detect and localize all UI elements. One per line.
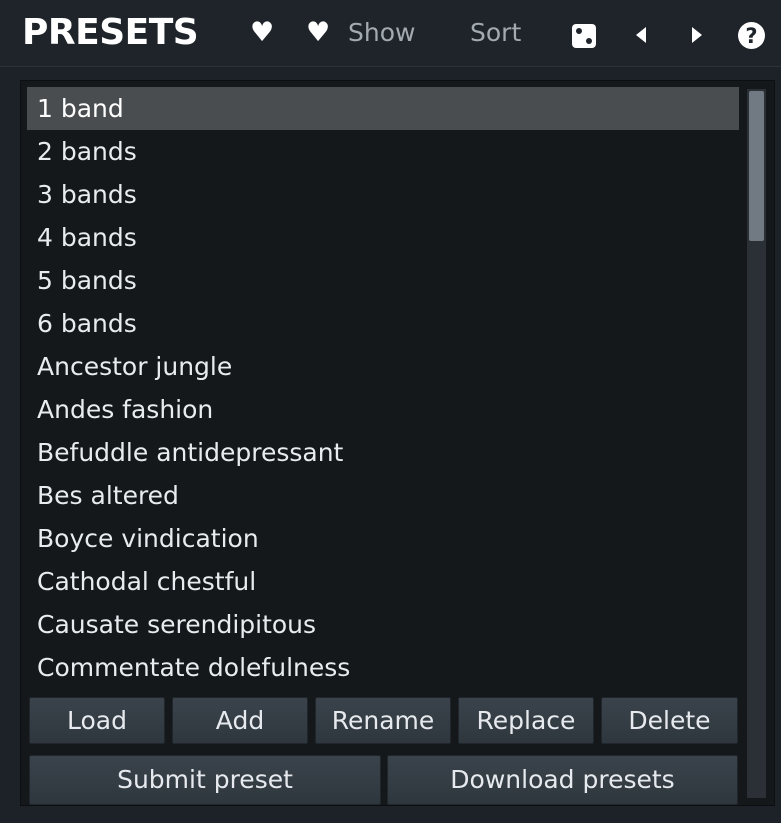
dice-pip	[586, 38, 592, 44]
list-scrollbar[interactable]	[747, 89, 766, 798]
preset-list-item[interactable]: Cathodal chestful	[27, 560, 739, 603]
scrollbar-thumb[interactable]	[749, 91, 764, 241]
preset-list-item[interactable]: 3 bands	[27, 173, 739, 216]
preset-list[interactable]: 1 band 2 bands 3 bands 4 bands 5 bands 6 band…	[27, 87, 739, 689]
preset-list-item[interactable]: Bes altered	[27, 474, 739, 517]
preset-list-item[interactable]: Befuddle antidepressant	[27, 431, 739, 474]
replace-button[interactable]: Replace	[458, 697, 594, 744]
delete-button[interactable]: Delete	[601, 697, 738, 744]
preset-list-item[interactable]: 2 bands	[27, 130, 739, 173]
preset-list-item[interactable]: Ancestor jungle	[27, 345, 739, 388]
load-button[interactable]: Load	[29, 697, 165, 744]
next-preset-icon[interactable]	[692, 27, 702, 43]
add-button[interactable]: Add	[172, 697, 308, 744]
preset-list-item[interactable]: 1 band	[27, 87, 739, 130]
favorite-heart-icon[interactable]: ♥	[250, 19, 274, 46]
panel-title: PRESETS	[22, 12, 199, 53]
preset-list-item[interactable]: Boyce vindication	[27, 517, 739, 560]
rename-button[interactable]: Rename	[315, 697, 451, 744]
show-favorites-button[interactable]: Show	[348, 17, 415, 49]
presets-header: PRESETS ♥ ♥ Show Sort ?	[0, 0, 781, 67]
dice-pip	[576, 28, 582, 34]
preset-list-item[interactable]: Andes fashion	[27, 388, 739, 431]
download-presets-button[interactable]: Download presets	[387, 755, 738, 805]
preset-list-item[interactable]: 6 bands	[27, 302, 739, 345]
previous-preset-icon[interactable]	[636, 27, 646, 43]
presets-panel: PRESETS ♥ ♥ Show Sort ? 1 band 2 bands 3 b…	[0, 0, 781, 823]
sort-button[interactable]: Sort	[470, 17, 521, 49]
preset-list-item[interactable]: 4 bands	[27, 216, 739, 259]
preset-list-box: 1 band 2 bands 3 bands 4 bands 5 bands 6 band…	[20, 80, 775, 806]
show-favorites-heart-icon[interactable]: ♥	[306, 19, 330, 46]
submit-preset-button[interactable]: Submit preset	[29, 755, 381, 805]
help-button[interactable]: ?	[738, 22, 765, 49]
random-preset-dice-icon[interactable]	[572, 24, 596, 48]
preset-list-item[interactable]: Causate serendipitous	[27, 603, 739, 646]
preset-list-item[interactable]: 5 bands	[27, 259, 739, 302]
preset-list-item[interactable]: Commentate dolefulness	[27, 646, 739, 689]
